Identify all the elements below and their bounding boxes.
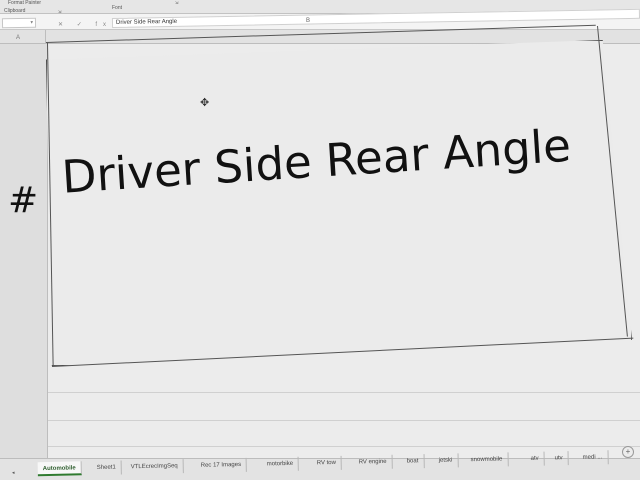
- select-all-corner[interactable]: A: [0, 30, 46, 44]
- sheet-tab[interactable]: RV engine: [353, 454, 393, 470]
- chevron-down-icon[interactable]: ▾: [30, 20, 33, 26]
- column-b-header[interactable]: B: [306, 18, 310, 24]
- formula-bar: ▾ ✕ ✓ fx Driver Side Rear Angle: [0, 8, 640, 30]
- column-header: A B: [0, 18, 640, 44]
- font-group-label: Font: [112, 5, 123, 11]
- gridline: [48, 420, 640, 421]
- column-a-header[interactable]: A: [16, 35, 20, 41]
- add-sheet-icon[interactable]: +: [622, 446, 634, 458]
- font-launcher-icon[interactable]: ⇲: [175, 0, 178, 5]
- sheet-tab[interactable]: medi ...: [577, 450, 609, 465]
- sheet-tab[interactable]: VTLEcrecImgSeq: [125, 459, 184, 475]
- gridline: [48, 392, 640, 393]
- formula-actions-icon[interactable]: ✕ ✓ fx: [58, 21, 112, 28]
- name-box[interactable]: ▾: [1, 17, 37, 29]
- tab-scroll-left-icon[interactable]: ◂: [12, 470, 15, 476]
- sheet-tab[interactable]: utv: [549, 451, 569, 466]
- row-header: [0, 44, 48, 464]
- sheet-tab[interactable]: motorbike: [261, 456, 300, 472]
- sheet-tab[interactable]: Sheet1: [91, 460, 122, 476]
- sheet-tab[interactable]: Rec 17 Images: [195, 457, 248, 473]
- sheet-tab[interactable]: snowmobile: [465, 452, 509, 468]
- format-painter-button[interactable]: Format Painter: [8, 0, 41, 6]
- sheet-tab[interactable]: Automobile: [37, 461, 82, 477]
- sheet-tab[interactable]: atv: [525, 451, 545, 466]
- selected-cell[interactable]: [46, 40, 632, 366]
- sheet-tab[interactable]: boat: [401, 454, 425, 469]
- sheet-tab[interactable]: jetski: [433, 453, 459, 468]
- sheet-tab[interactable]: RV tow: [311, 455, 343, 471]
- mouse-cursor-icon: ✥: [200, 97, 210, 109]
- sheet-tabs-bar: Automobile Sheet1 VTLEcrecImgSeq Rec 17 Ima…: [0, 450, 640, 480]
